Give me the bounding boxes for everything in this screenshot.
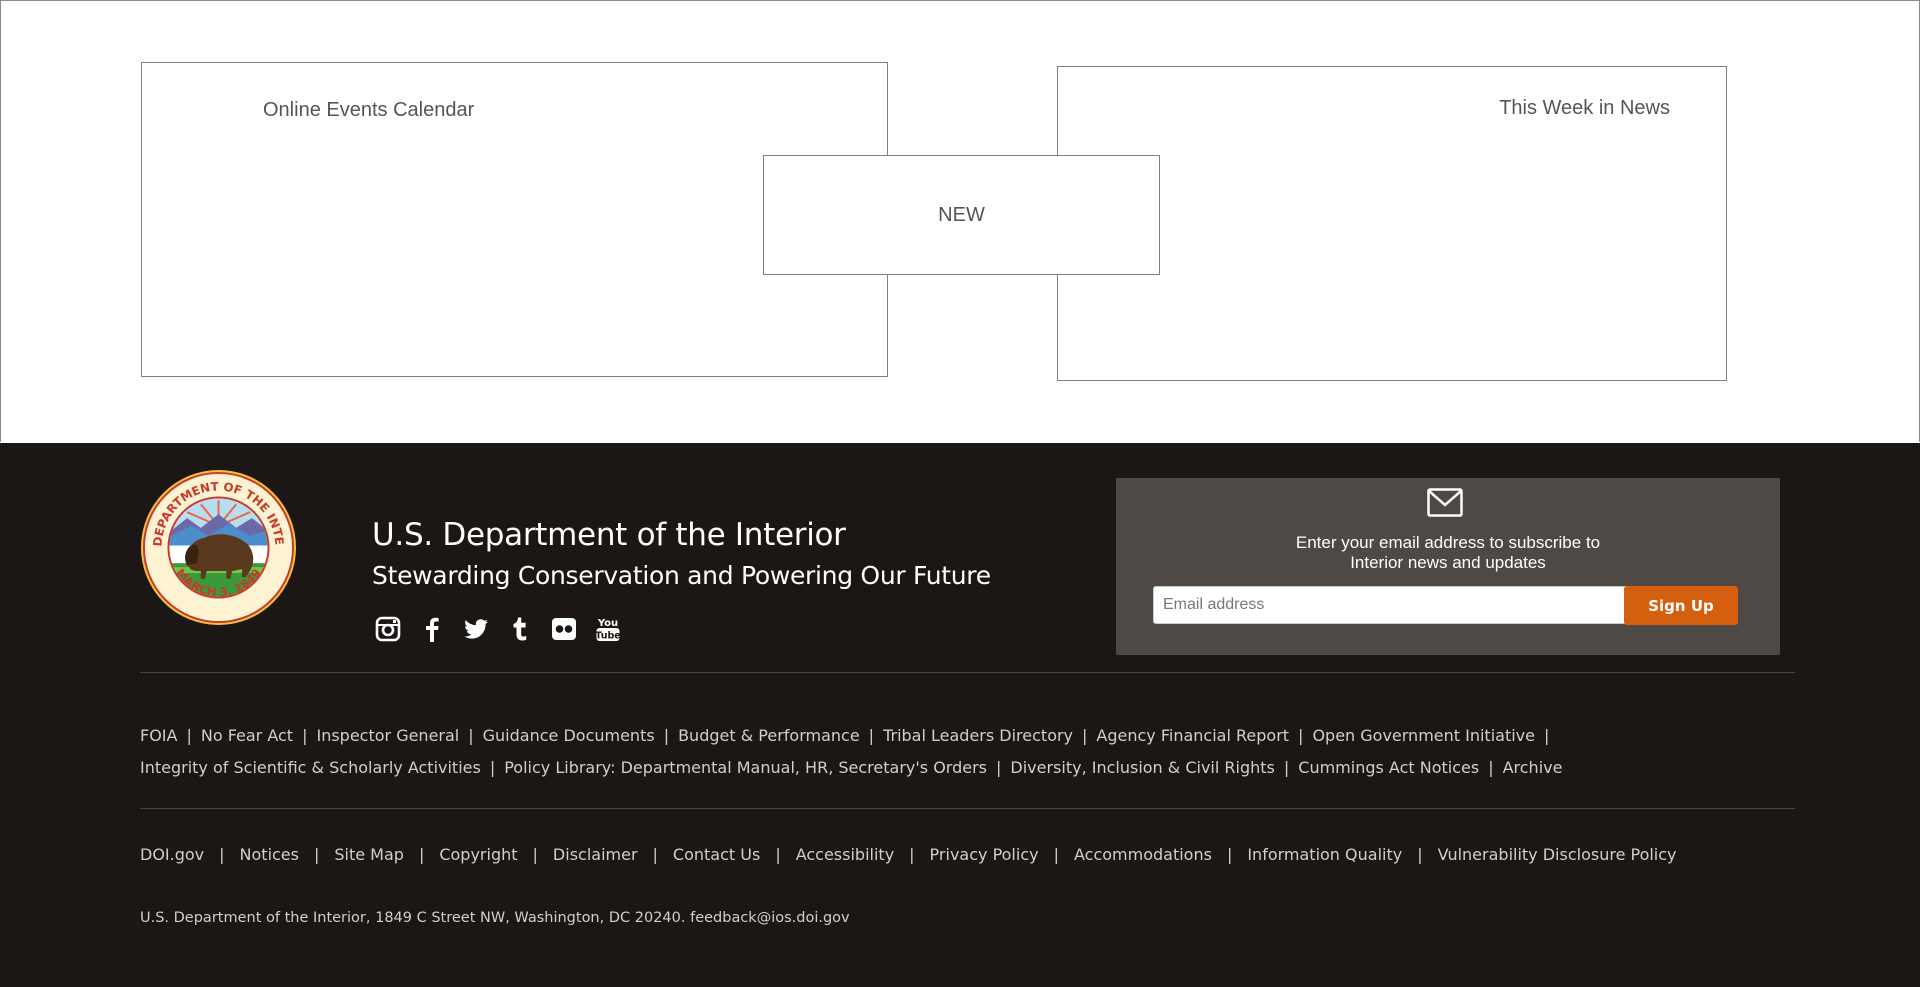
footer-link-integrity-of-scientific-and-scholarly-activities[interactable]: Integrity of Scientific & Scholarly Acti… [140,758,481,777]
link-separator: | [652,845,658,864]
footer-link-diversity-inclusion-and-civil-rights[interactable]: Diversity, Inclusion & Civil Rights [1010,758,1274,777]
instagram-link[interactable] [374,615,402,643]
footer-link-copyright[interactable]: Copyright [439,845,517,864]
youtube-link[interactable]: You Tube [594,615,622,643]
footer-link-policy-library-departmental-manual-hr-secretary-s-orders[interactable]: Policy Library: Departmental Manual, HR,… [504,758,987,777]
this-week-in-news-label: This Week in News [1499,97,1670,119]
site-footer: U.S. DEPARTMENT OF THE INTERIOR MARCH 3,… [0,443,1920,987]
footer-links-row-2: Integrity of Scientific & Scholarly Acti… [140,758,1562,777]
link-separator: | [489,758,496,777]
link-separator: | [302,726,308,745]
footer-link-contact-us[interactable]: Contact Us [673,845,760,864]
agency-address: U.S. Department of the Interior, 1849 C … [140,910,850,926]
subscribe-instructions: Enter your email address to subscribe to… [1116,533,1780,573]
footer-link-privacy-policy[interactable]: Privacy Policy [930,845,1039,864]
footer-link-accommodations[interactable]: Accommodations [1074,845,1212,864]
link-separator: | [1283,758,1290,777]
agency-title: U.S. Department of the Interior [372,517,846,553]
flickr-link[interactable] [550,615,578,643]
footer-link-notices[interactable]: Notices [240,845,299,864]
footer-divider [140,808,1795,809]
footer-link-archive[interactable]: Archive [1503,758,1563,777]
footer-link-foia[interactable]: FOIA [140,726,177,745]
facebook-icon [426,617,439,642]
link-separator: | [219,845,225,864]
footer-link-site-map[interactable]: Site Map [334,845,404,864]
footer-link-tribal-leaders-directory[interactable]: Tribal Leaders Directory [883,726,1073,745]
link-separator: | [1543,726,1550,745]
link-separator: | [1053,845,1059,864]
footer-link-disclaimer[interactable]: Disclaimer [553,845,638,864]
footer-link-no-fear-act[interactable]: No Fear Act [201,726,293,745]
footer-link-information-quality[interactable]: Information Quality [1247,845,1402,864]
footer-link-budget-and-performance[interactable]: Budget & Performance [678,726,860,745]
twitter-link[interactable] [462,615,490,643]
footer-link-open-government-initiative[interactable]: Open Government Initiative [1312,726,1535,745]
doi-seal-icon[interactable]: U.S. DEPARTMENT OF THE INTERIOR MARCH 3,… [140,469,297,626]
footer-link-doi-gov[interactable]: DOI.gov [140,845,204,864]
footer-link-accessibility[interactable]: Accessibility [796,845,894,864]
flickr-icon [552,618,576,640]
footer-link-cummings-act-notices[interactable]: Cummings Act Notices [1298,758,1479,777]
link-separator: | [1226,845,1233,864]
mail-icon [1427,488,1463,517]
youtube-you-text: You [597,618,618,629]
agency-tagline: Stewarding Conservation and Powering Our… [372,561,991,590]
link-separator: | [313,845,320,864]
link-separator: | [1082,726,1088,745]
sign-up-button[interactable]: Sign Up [1624,586,1738,625]
instagram-icon [375,616,401,642]
subscribe-text-line-2: Interior news and updates [1350,553,1546,572]
email-address-input[interactable] [1153,586,1633,624]
link-separator: | [418,845,425,864]
footer-links-row-3: DOI.gov | Notices | Site Map | Copyright | Discl… [140,845,1677,864]
tumblr-link[interactable] [506,615,534,643]
tumblr-icon [513,617,527,641]
link-separator: | [532,845,538,864]
subscribe-text-line-1: Enter your email address to subscribe to [1295,533,1601,552]
footer-links-row-1: FOIA | No Fear Act | Inspector General | Guida… [140,726,1558,745]
footer-divider [140,672,1795,673]
link-separator: | [868,726,875,745]
twitter-icon [464,619,488,639]
link-separator: | [1417,845,1423,864]
footer-link-guidance-documents[interactable]: Guidance Documents [483,726,655,745]
facebook-link[interactable] [418,615,446,643]
social-links: You Tube [374,615,638,643]
link-separator: | [996,758,1002,777]
footer-link-agency-financial-report[interactable]: Agency Financial Report [1096,726,1289,745]
link-separator: | [775,845,781,864]
online-events-calendar-label: Online Events Calendar [263,99,475,121]
link-separator: | [909,845,915,864]
new-label: NEW [938,204,985,226]
youtube-icon: You Tube [595,618,620,642]
youtube-tube-text: Tube [595,631,620,642]
footer-link-inspector-general[interactable]: Inspector General [316,726,459,745]
email-subscribe-panel: Enter your email address to subscribe to… [1116,478,1780,655]
new-frame[interactable]: NEW [763,155,1160,275]
link-separator: | [1298,726,1304,745]
link-separator: | [663,726,670,745]
link-separator: | [186,726,192,745]
footer-link-vulnerability-disclosure-policy[interactable]: Vulnerability Disclosure Policy [1438,845,1677,864]
content-area: Online Events Calendar NEW This Week in … [0,0,1920,442]
link-separator: | [468,726,474,745]
link-separator: | [1488,758,1494,777]
